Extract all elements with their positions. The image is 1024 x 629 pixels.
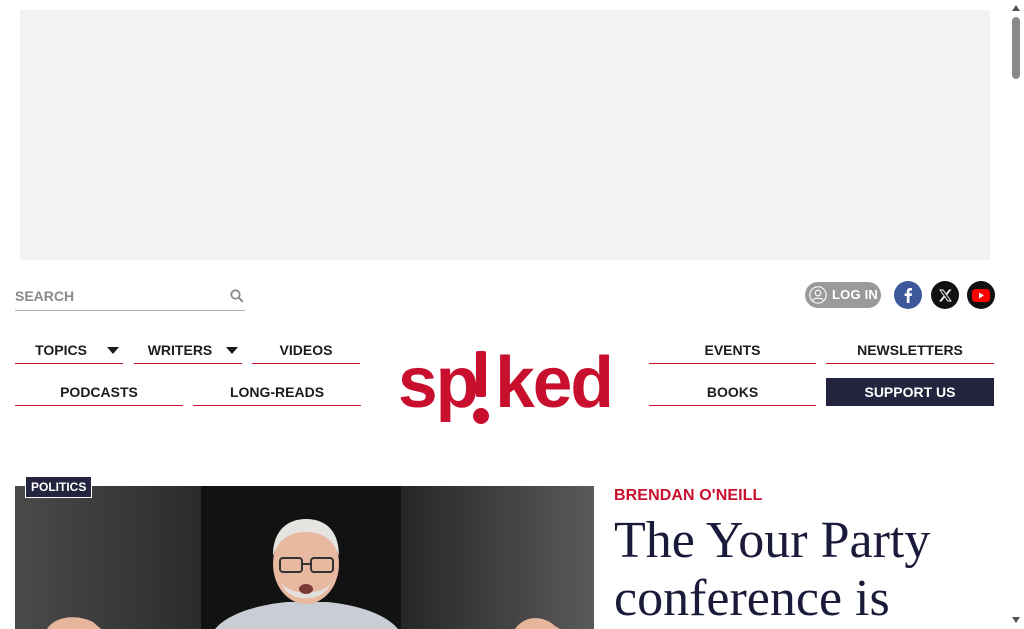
nav-writers[interactable]: WRITERS xyxy=(134,336,242,364)
nav-newsletters[interactable]: NEWSLETTERS xyxy=(826,336,994,364)
nav-long-reads-label: LONG-READS xyxy=(229,383,325,400)
search-bar xyxy=(15,284,245,311)
facebook-icon xyxy=(904,288,913,303)
nav-books[interactable]: BOOKS xyxy=(649,378,816,406)
scroll-down-arrow-icon[interactable] xyxy=(1012,617,1020,623)
scroll-up-arrow-icon[interactable] xyxy=(1012,5,1020,11)
youtube-link[interactable] xyxy=(967,281,995,309)
nav-books-label: BOOKS xyxy=(706,383,759,400)
scroll-thumb[interactable] xyxy=(1012,17,1020,79)
search-input[interactable] xyxy=(15,284,215,308)
article-headline[interactable]: The Your Party conference is xyxy=(614,512,1009,628)
category-tag-politics[interactable]: POLITICS xyxy=(25,476,93,498)
support-us-label: SUPPORT US xyxy=(864,384,956,400)
nav-podcasts[interactable]: PODCASTS xyxy=(15,378,183,406)
nav-long-reads[interactable]: LONG-READS xyxy=(193,378,361,406)
nav-videos-label: VIDEOS xyxy=(279,341,333,358)
nav-events[interactable]: EVENTS xyxy=(649,336,816,364)
nav-writers-label: WRITERS xyxy=(147,341,213,358)
nav-topics[interactable]: TOPICS xyxy=(15,336,123,364)
facebook-link[interactable] xyxy=(894,281,922,309)
user-icon xyxy=(809,286,827,304)
nav-topics-label: TOPICS xyxy=(35,341,87,358)
article-hero-image[interactable] xyxy=(15,486,594,629)
x-twitter-icon xyxy=(938,289,952,301)
search-icon[interactable] xyxy=(230,289,244,303)
spiked-logo[interactable]: sp ked xyxy=(397,346,613,428)
nav-podcasts-label: PODCASTS xyxy=(60,383,138,400)
login-button[interactable]: LOG IN xyxy=(805,282,881,308)
nav-newsletters-label: NEWSLETTERS xyxy=(857,341,963,358)
article-author-link[interactable]: BRENDAN O'NEILL xyxy=(614,487,762,505)
svg-text:sp ked: sp ked xyxy=(398,346,612,423)
speaker-photo xyxy=(15,486,594,629)
nav-events-label: EVENTS xyxy=(704,341,761,358)
login-label: LOG IN xyxy=(832,287,878,302)
nav-videos[interactable]: VIDEOS xyxy=(252,336,360,364)
support-us-button[interactable]: SUPPORT US xyxy=(826,378,994,406)
youtube-icon xyxy=(972,288,990,302)
x-twitter-link[interactable] xyxy=(931,281,959,309)
advertisement-slot xyxy=(20,10,990,260)
chevron-down-icon[interactable] xyxy=(107,347,119,354)
vertical-scrollbar[interactable] xyxy=(1009,0,1024,629)
chevron-down-icon[interactable] xyxy=(226,347,238,354)
